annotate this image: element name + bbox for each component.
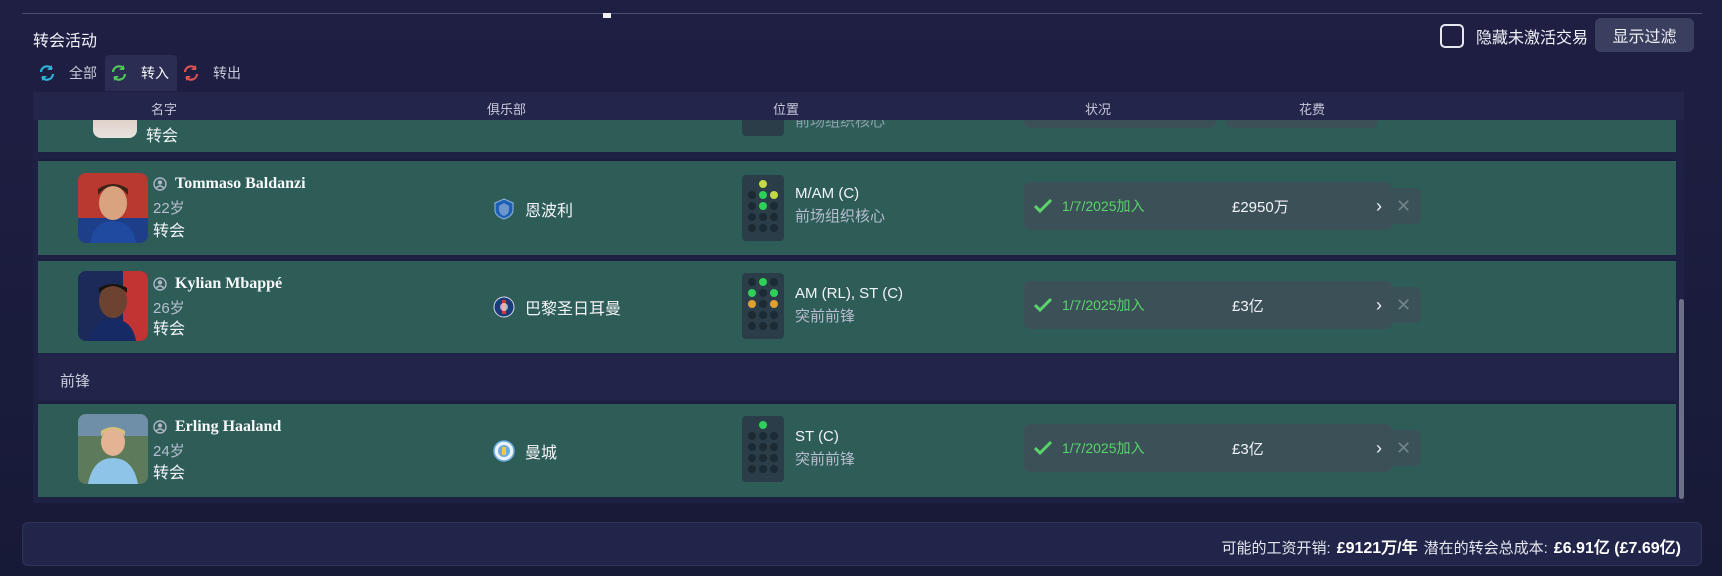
col-name[interactable]: 名字 [151, 99, 177, 118]
remove-deal-button[interactable]: ✕ [1386, 188, 1421, 224]
wage-value: £9121万/年 [1336, 540, 1418, 557]
cost-label: 潜在的转会总成本: [1423, 540, 1548, 557]
chevron-right-icon: › [1376, 295, 1382, 315]
tab-transfer-in[interactable]: 转入 [105, 55, 177, 91]
panel-title: 转会活动 [33, 33, 98, 50]
tab-transfer-out-label: 转出 [213, 65, 241, 81]
psg-crest-icon [493, 296, 515, 318]
close-icon: ✕ [1395, 437, 1412, 458]
deal-status-button[interactable]: 1/7/2025加入 [1024, 424, 1233, 472]
tab-all[interactable]: 全部 [33, 55, 105, 91]
deal-status-text: 1/7/2025加入 [1062, 198, 1145, 214]
transfer-status: 转会 [146, 128, 179, 145]
player-name[interactable]: Tommaso Baldanzi [175, 175, 306, 193]
close-icon: ✕ [1395, 195, 1412, 216]
top-divider [22, 13, 1702, 14]
col-position[interactable]: 位置 [773, 99, 799, 118]
hide-inactive-label: 隐藏未激活交易 [1476, 30, 1589, 47]
player-photo [78, 173, 148, 243]
fee-button[interactable]: £3亿 › [1226, 424, 1392, 472]
man-city-crest-icon [493, 440, 515, 462]
empoli-crest-icon [494, 198, 514, 220]
player-name-line[interactable]: Tommaso Baldanzi [153, 175, 306, 193]
remove-deal-button[interactable]: ✕ [1386, 430, 1421, 466]
club-cell[interactable]: 恩波利 [493, 197, 573, 221]
transfer-table: 名字 俱乐部 位置 状况 花费 转会 前场组织核心 Tommaso Baldan… [33, 92, 1684, 503]
show-filter-button[interactable]: 显示过滤 [1595, 18, 1694, 52]
deal-status-text: 1/7/2025加入 [1062, 440, 1145, 456]
player-photo [78, 414, 148, 484]
hide-inactive-checkbox[interactable] [1440, 24, 1464, 48]
tab-transfer-in-label: 转入 [141, 65, 169, 81]
person-icon [153, 277, 167, 291]
fee-value: £3亿 [1232, 297, 1264, 315]
deal-status-button[interactable]: 1/7/2025加入 [1024, 182, 1233, 230]
player-role: 前场组织核心 [795, 208, 886, 225]
fee-value: £3亿 [1232, 440, 1264, 458]
transfer-status: 转会 [153, 465, 186, 482]
transfer-status: 转会 [153, 321, 186, 338]
check-icon [1034, 440, 1052, 456]
transfer-tabs: 全部 转入 转出 [33, 55, 249, 91]
fee-value: £2950万 [1232, 198, 1289, 216]
col-club[interactable]: 俱乐部 [487, 99, 526, 118]
position-pitch-icon [742, 175, 784, 241]
hide-inactive-toggle[interactable]: 隐藏未激活交易 [1440, 24, 1588, 48]
table-scrollbar[interactable] [1679, 299, 1684, 499]
player-age: 22岁 [153, 200, 185, 217]
summary-footer: 可能的工资开销: £9121万/年 潜在的转会总成本: £6.91亿 (£7.6… [22, 522, 1702, 566]
fee-button[interactable]: £3亿 › [1226, 281, 1392, 329]
club-name[interactable]: 恩波利 [525, 197, 573, 221]
cycle-all-icon [33, 62, 61, 84]
player-name-line[interactable]: Erling Haaland [153, 418, 281, 436]
player-position: ST (C) [795, 428, 839, 445]
deal-status-text: 1/7/2025加入 [1062, 297, 1145, 313]
tab-all-label: 全部 [69, 65, 97, 81]
player-name-line[interactable]: Kylian Mbappé [153, 275, 282, 293]
check-icon [1034, 297, 1052, 313]
tab-transfer-out[interactable]: 转出 [177, 55, 249, 91]
club-cell[interactable]: 巴黎圣日耳曼 [493, 295, 621, 319]
transfer-status: 转会 [153, 223, 186, 240]
chevron-right-icon: › [1376, 438, 1382, 458]
club-name[interactable]: 曼城 [525, 439, 557, 463]
club-cell[interactable]: 曼城 [493, 439, 557, 463]
check-icon [1034, 198, 1052, 214]
section-forwards-label: 前锋 [60, 373, 91, 390]
player-role: 突前前锋 [795, 451, 856, 468]
col-status[interactable]: 状况 [1085, 99, 1111, 118]
section-forwards: 前锋 [38, 354, 1676, 400]
top-marker [603, 13, 611, 18]
table-row[interactable]: Erling Haaland 24岁 转会 曼城 ST (C) 突前前锋 1/7 [38, 402, 1676, 497]
player-position: M/AM (C) [795, 185, 860, 202]
player-role: 突前前锋 [795, 308, 856, 325]
player-name[interactable]: Erling Haaland [175, 418, 281, 436]
fee-button[interactable]: £2950万 › [1226, 182, 1392, 230]
player-name[interactable]: Kylian Mbappé [175, 275, 282, 293]
club-name[interactable]: 巴黎圣日耳曼 [525, 295, 621, 319]
summary-text: 可能的工资开销: £9121万/年 潜在的转会总成本: £6.91亿 (£7.6… [1222, 534, 1681, 558]
chevron-right-icon: › [1376, 196, 1382, 216]
player-photo [78, 271, 148, 341]
wage-label: 可能的工资开销: [1221, 540, 1331, 557]
table-row[interactable]: Kylian Mbappé 26岁 转会 巴黎圣日耳曼 AM (RL), ST … [38, 259, 1676, 353]
col-fee[interactable]: 花费 [1299, 99, 1325, 118]
person-icon [153, 420, 167, 434]
person-icon [153, 177, 167, 191]
transfer-in-icon [105, 62, 133, 84]
cost-value: £6.91亿 (£7.69亿) [1553, 540, 1681, 557]
close-icon: ✕ [1395, 294, 1412, 315]
table-header: 名字 俱乐部 位置 状况 花费 [33, 92, 1684, 120]
transfer-out-icon [177, 62, 205, 84]
remove-deal-button[interactable]: ✕ [1386, 287, 1421, 323]
table-row[interactable]: Tommaso Baldanzi 22岁 转会 恩波利 M/AM (C) 前场组… [38, 159, 1676, 255]
position-pitch-icon [742, 416, 784, 482]
player-age: 24岁 [153, 443, 185, 460]
player-position: AM (RL), ST (C) [795, 285, 904, 302]
deal-status-button[interactable]: 1/7/2025加入 [1024, 281, 1233, 329]
position-pitch-icon [742, 273, 784, 339]
